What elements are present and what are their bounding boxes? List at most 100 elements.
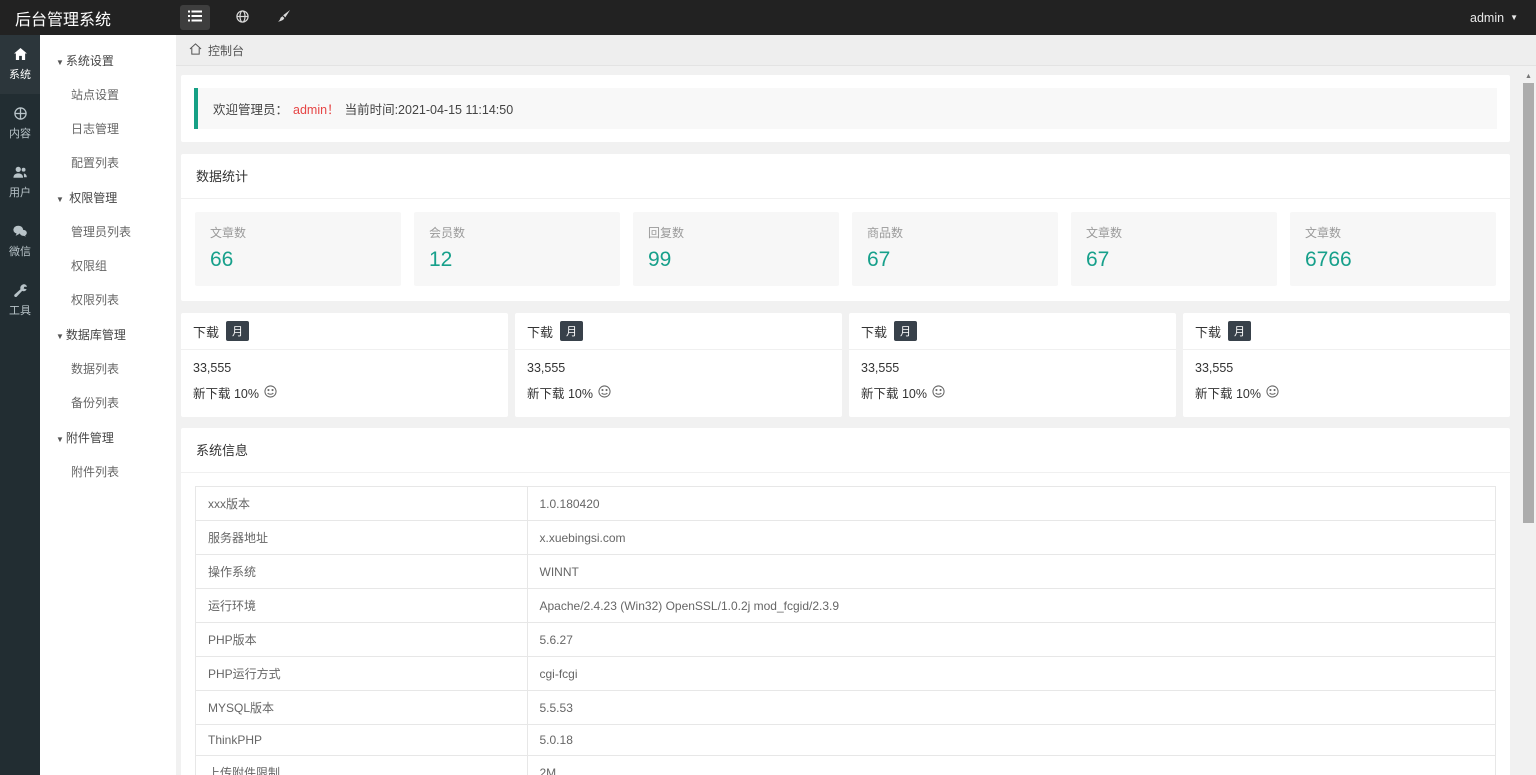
- rail-item-label: 系统: [9, 69, 31, 81]
- app-title: 后台管理系统: [15, 11, 112, 29]
- table-row: ThinkPHP 5.0.18: [195, 724, 1496, 756]
- topbar: 后台管理系统 admin ▼: [0, 0, 1536, 35]
- download-card-2: 下载 月 33,555 新下载 10%: [515, 313, 842, 417]
- tools-icon: [0, 284, 40, 299]
- info-value: 5.5.53: [526, 690, 1496, 725]
- download-card-title: 下载: [193, 324, 220, 340]
- stat-card-replies: 回复数 99: [633, 212, 839, 286]
- icon-rail: 系统 内容 用户 微信 工具: [0, 35, 40, 775]
- welcome-admin-name: admin！: [293, 103, 340, 117]
- download-subtext: 新下载 10%: [527, 387, 593, 401]
- table-row: xxx版本 1.0.180420: [195, 486, 1496, 521]
- rail-item-system[interactable]: 系统: [0, 35, 40, 94]
- welcome-time: 当前时间:2021-04-15 11:14:50: [344, 103, 514, 117]
- menu-group-label: 权限管理: [69, 191, 118, 205]
- welcome-alert: 欢迎管理员： admin！ 当前时间:2021-04-15 11:14:50: [194, 88, 1497, 129]
- caret-down-icon: ▼: [56, 435, 64, 444]
- scroll-up-arrow[interactable]: ▲: [1521, 66, 1536, 80]
- table-row: 运行环境 Apache/2.4.23 (Win32) OpenSSL/1.0.2j…: [195, 588, 1496, 623]
- menu-group-database[interactable]: ▼ 数据库管理: [40, 317, 176, 352]
- menu-item-data-list[interactable]: 数据列表: [40, 352, 176, 386]
- home-icon: [189, 42, 202, 58]
- download-card-title: 下载: [527, 324, 554, 340]
- info-label: xxx版本: [195, 486, 528, 521]
- submenu: ▼ 系统设置 站点设置 日志管理 配置列表 ▼ 权限管理 管理员列表 权限组 权限…: [40, 35, 176, 775]
- smile-icon: [932, 384, 945, 401]
- breadcrumb-label[interactable]: 控制台: [208, 42, 244, 59]
- menu-group-attachment[interactable]: ▼ 附件管理: [40, 420, 176, 455]
- menu-list-icon: [188, 10, 202, 25]
- stat-label: 商品数: [867, 226, 904, 240]
- info-value: Apache/2.4.23 (Win32) OpenSSL/1.0.2j mod…: [526, 588, 1496, 623]
- download-card-1: 下载 月 33,555 新下载 10%: [181, 313, 508, 417]
- month-badge: 月: [1228, 321, 1252, 341]
- table-row: 操作系统 WINNT: [195, 554, 1496, 589]
- month-badge: 月: [226, 321, 250, 341]
- language-button[interactable]: [236, 9, 249, 26]
- scrollbar[interactable]: ▲: [1521, 66, 1536, 775]
- table-row: 上传附件限制 2M: [195, 755, 1496, 775]
- table-row: PHP运行方式 cgi-fcgi: [195, 656, 1496, 691]
- menu-item-permission-group[interactable]: 权限组: [40, 249, 176, 283]
- rail-item-label: 内容: [9, 128, 31, 140]
- stat-label: 文章数: [1305, 226, 1342, 240]
- menu-item-config-list[interactable]: 配置列表: [40, 146, 176, 180]
- menu-item-site-settings[interactable]: 站点设置: [40, 78, 176, 112]
- rail-item-users[interactable]: 用户: [0, 153, 40, 212]
- stat-value: 67: [1086, 248, 1110, 271]
- menu-item-attachment-list[interactable]: 附件列表: [40, 455, 176, 489]
- download-card-title: 下载: [861, 324, 888, 340]
- stat-card-articles-3: 文章数 6766: [1290, 212, 1496, 286]
- stat-value: 99: [648, 248, 672, 271]
- system-info-table: xxx版本 1.0.180420 服务器地址 x.xuebingsi.com 操作系…: [195, 486, 1496, 775]
- rail-item-label: 微信: [9, 246, 31, 258]
- caret-down-icon: ▼: [56, 58, 64, 67]
- stats-panel: 数据统计 文章数 66 会员数 12 回复数 99 商品数 67 文章数 67 …: [181, 154, 1510, 301]
- menu-item-permission-list[interactable]: 权限列表: [40, 283, 176, 317]
- info-value: 1.0.180420: [526, 486, 1496, 521]
- menu-group-permission[interactable]: ▼ 权限管理: [40, 180, 176, 215]
- info-value: x.xuebingsi.com: [526, 520, 1496, 555]
- info-value: 5.0.18: [526, 724, 1496, 756]
- system-info-panel: 系统信息 xxx版本 1.0.180420 服务器地址 x.xuebingsi.co…: [181, 428, 1510, 775]
- caret-down-icon: ▼: [56, 195, 64, 204]
- scrollbar-thumb[interactable]: [1523, 83, 1534, 523]
- stats-panel-title: 数据统计: [181, 154, 1510, 199]
- app-root: 后台管理系统 admin ▼ 系统 内容 用户 微信 工具 ▼ 系统设置 站点设…: [0, 0, 1536, 775]
- smile-icon: [264, 384, 277, 401]
- stat-label: 文章数: [210, 226, 247, 240]
- smile-icon: [1266, 384, 1279, 401]
- month-badge: 月: [560, 321, 584, 341]
- info-label: PHP运行方式: [195, 656, 528, 691]
- menu-group-label: 系统设置: [65, 54, 114, 68]
- menu-item-log-management[interactable]: 日志管理: [40, 112, 176, 146]
- stat-label: 回复数: [648, 226, 685, 240]
- wechat-icon: [0, 225, 40, 240]
- user-menu[interactable]: admin ▼: [1470, 11, 1536, 25]
- rail-item-wechat[interactable]: 微信: [0, 212, 40, 271]
- stat-label: 会员数: [429, 226, 466, 240]
- info-value: WINNT: [526, 554, 1496, 589]
- menu-group-system-settings[interactable]: ▼ 系统设置: [40, 43, 176, 78]
- stat-value: 66: [210, 248, 234, 271]
- stat-value: 67: [867, 248, 891, 271]
- menu-item-backup-list[interactable]: 备份列表: [40, 386, 176, 420]
- menu-item-admin-list[interactable]: 管理员列表: [40, 215, 176, 249]
- rail-item-content[interactable]: 内容: [0, 94, 40, 153]
- stat-card-members: 会员数 12: [414, 212, 620, 286]
- rail-item-label: 工具: [9, 305, 31, 317]
- clear-cache-button[interactable]: [277, 9, 291, 26]
- stat-card-articles-2: 文章数 67: [1071, 212, 1277, 286]
- caret-down-icon: ▼: [1510, 12, 1518, 22]
- rail-item-tools[interactable]: 工具: [0, 271, 40, 330]
- sidebar-toggle-button[interactable]: [180, 5, 210, 30]
- download-subtext: 新下载 10%: [1195, 387, 1261, 401]
- stat-card-articles: 文章数 66: [195, 212, 401, 286]
- table-row: 服务器地址 x.xuebingsi.com: [195, 520, 1496, 555]
- info-label: PHP版本: [195, 622, 528, 657]
- globe-icon: [0, 107, 40, 122]
- stats-cards-row: 文章数 66 会员数 12 回复数 99 商品数 67 文章数 67 文章数 6…: [181, 199, 1510, 301]
- home-icon: [0, 48, 40, 63]
- smile-icon: [598, 384, 611, 401]
- download-card-3: 下载 月 33,555 新下载 10%: [849, 313, 1176, 417]
